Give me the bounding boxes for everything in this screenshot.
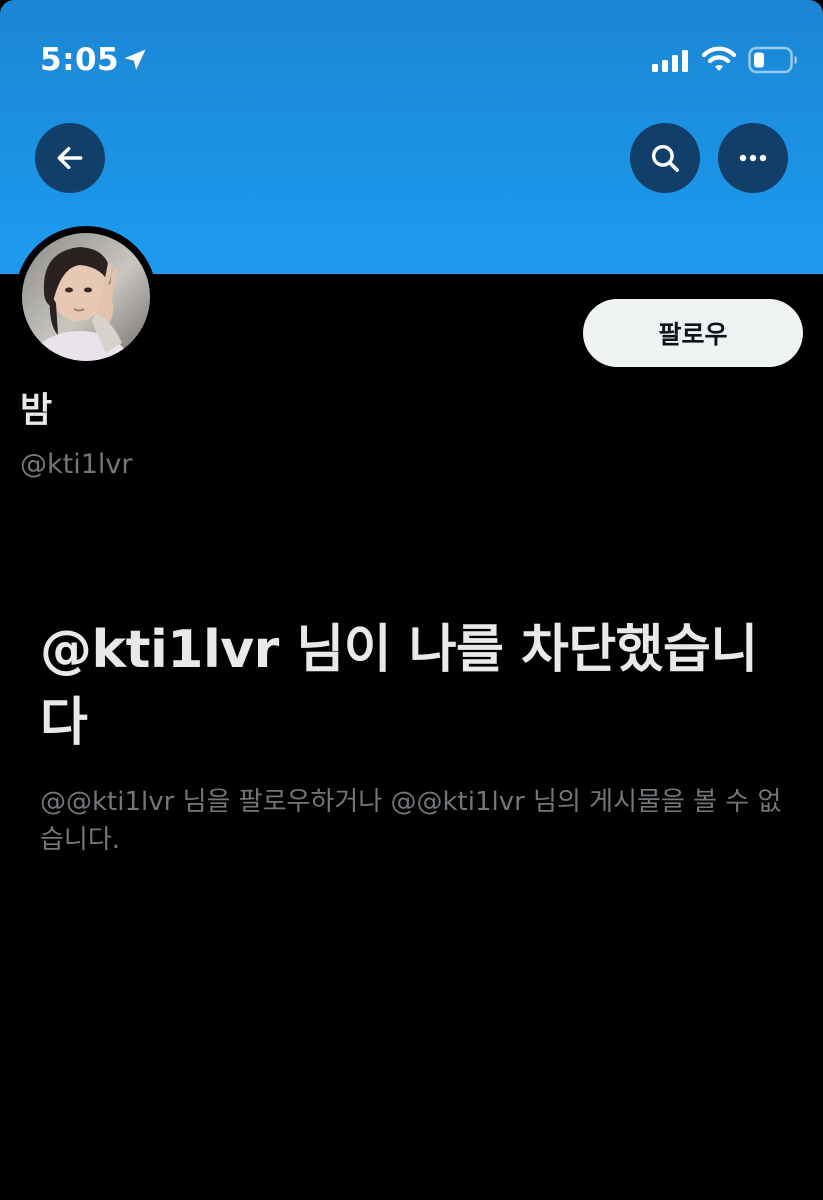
display-name: 밤 <box>20 391 53 431</box>
battery-low-icon <box>748 46 797 74</box>
user-handle: @kti1lvr <box>20 449 133 480</box>
location-arrow-icon <box>124 49 146 70</box>
arrow-left-icon <box>57 146 83 170</box>
blocked-description: @@kti1lvr 님을 팔로우하거나 @@kti1lvr 님의 게시물을 볼 … <box>40 787 782 855</box>
follow-button[interactable]: 팔로우 <box>583 299 803 367</box>
status-bar: 5:05 <box>0 0 823 110</box>
more-horizontal-icon <box>739 154 767 162</box>
avatar-photo <box>22 233 150 361</box>
search-icon <box>651 144 679 172</box>
status-time: 5:05 <box>40 42 120 78</box>
search-button[interactable] <box>630 123 700 193</box>
wifi-icon <box>702 46 736 71</box>
cellular-signal-icon <box>652 50 688 72</box>
more-button[interactable] <box>718 123 788 193</box>
blocked-title: @kti1lvr 님이 나를 차단했습니다 <box>40 620 758 753</box>
back-button[interactable] <box>35 123 105 193</box>
avatar[interactable] <box>22 233 150 361</box>
